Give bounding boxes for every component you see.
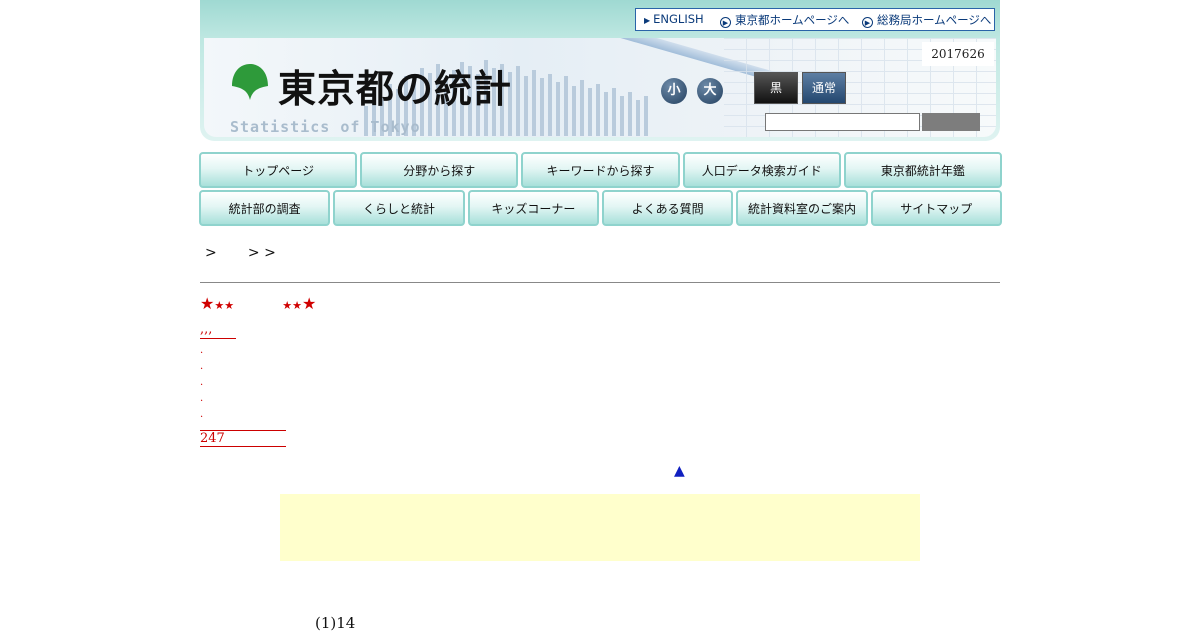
- star-icon: ★: [200, 294, 215, 313]
- update-date: 2017626: [922, 42, 994, 66]
- font-size-large-button[interactable]: 大: [697, 78, 723, 104]
- nav-department-surveys[interactable]: 統計部の調査: [199, 190, 331, 226]
- site-logo-subtitle: Statistics of Tokyo: [230, 118, 421, 136]
- color-black-button[interactable]: 黒: [754, 72, 798, 104]
- site-logo-title[interactable]: 東京都の統計: [278, 58, 512, 113]
- global-nav-row-2: 統計部の調査 くらしと統計 キッズコーナー よくある質問 統計資料室のご案内 サ…: [199, 190, 1002, 226]
- list-bullet: .: [200, 361, 204, 372]
- nav-kids-corner[interactable]: キッズコーナー: [467, 190, 599, 226]
- tokyo-ginkgo-logo-icon: [232, 64, 268, 100]
- site-header: ▶ ENGLISH ▶ 東京都ホームページへ ▶ 総務局ホームページへ 東京都の統計 …: [200, 0, 1000, 141]
- bar-decoration: [628, 92, 632, 136]
- triangle-right-icon: ▶: [644, 16, 651, 25]
- content-link[interactable]: 247: [200, 431, 286, 447]
- nav-sitemap[interactable]: サイトマップ: [870, 190, 1002, 226]
- english-link[interactable]: ▶ ENGLISH: [644, 12, 704, 26]
- nav-library-guide[interactable]: 統計資料室のご案内: [736, 190, 868, 226]
- star-icon: ★: [302, 294, 317, 313]
- soumu-home-link[interactable]: ▶ 総務局ホームページへ: [862, 12, 991, 28]
- bar-decoration: [540, 78, 544, 136]
- star-icon: ★★: [282, 299, 302, 312]
- bar-decoration: [636, 100, 640, 136]
- bar-decoration: [524, 76, 528, 136]
- top-utility-nav: ▶ ENGLISH ▶ 東京都ホームページへ ▶ 総務局ホームページへ: [635, 8, 995, 31]
- bar-decoration: [620, 96, 624, 136]
- bar-decoration: [580, 80, 584, 136]
- star-icon: ★★: [214, 299, 235, 312]
- nav-search-by-keyword[interactable]: キーワードから探す: [521, 152, 680, 188]
- bar-decoration: [596, 84, 600, 136]
- list-bullet: .: [200, 393, 204, 404]
- breadcrumb[interactable]: > > >: [205, 245, 276, 261]
- list-bullet: .: [200, 345, 204, 356]
- bar-decoration: [588, 88, 592, 136]
- bar-decoration: [572, 86, 576, 136]
- play-circle-icon: ▶: [720, 17, 731, 28]
- list-bullet: .: [200, 377, 204, 388]
- nav-top-page[interactable]: トップページ: [199, 152, 358, 188]
- search-input[interactable]: [765, 113, 920, 131]
- play-circle-icon: ▶: [862, 17, 873, 28]
- section-heading: (1)14: [315, 614, 356, 632]
- nav-faq[interactable]: よくある質問: [601, 190, 734, 226]
- tokyo-home-link[interactable]: ▶ 東京都ホームページへ: [720, 12, 849, 28]
- content-link[interactable]: [200, 414, 286, 431]
- back-to-top-link[interactable]: ▲: [674, 463, 685, 479]
- bar-decoration: [604, 92, 608, 136]
- nav-life-and-statistics[interactable]: くらしと統計: [333, 190, 465, 226]
- bar-decoration: [556, 82, 560, 136]
- font-size-small-button[interactable]: 小: [661, 78, 687, 104]
- color-normal-button[interactable]: 通常: [802, 72, 846, 104]
- bar-decoration: [612, 88, 616, 136]
- global-nav-row-1: トップページ 分野から探す キーワードから探す 人口データ検索ガイド 東京都統計…: [199, 152, 1003, 188]
- star-rating-decoration: ★★★ ★★★: [200, 294, 316, 313]
- bar-decoration: [644, 96, 648, 136]
- bar-decoration: [548, 74, 552, 136]
- search-button[interactable]: [922, 113, 980, 131]
- nav-population-data-guide[interactable]: 人口データ検索ガイド: [682, 152, 841, 188]
- bar-decoration: [516, 66, 520, 136]
- content-link[interactable]: ,,,: [200, 322, 236, 339]
- bar-decoration: [564, 76, 568, 136]
- nav-search-by-field[interactable]: 分野から探す: [360, 152, 519, 188]
- nav-statistical-yearbook[interactable]: 東京都統計年鑑: [843, 152, 1003, 188]
- notice-box: [280, 494, 920, 561]
- bar-decoration: [532, 70, 536, 136]
- divider: [200, 282, 1000, 283]
